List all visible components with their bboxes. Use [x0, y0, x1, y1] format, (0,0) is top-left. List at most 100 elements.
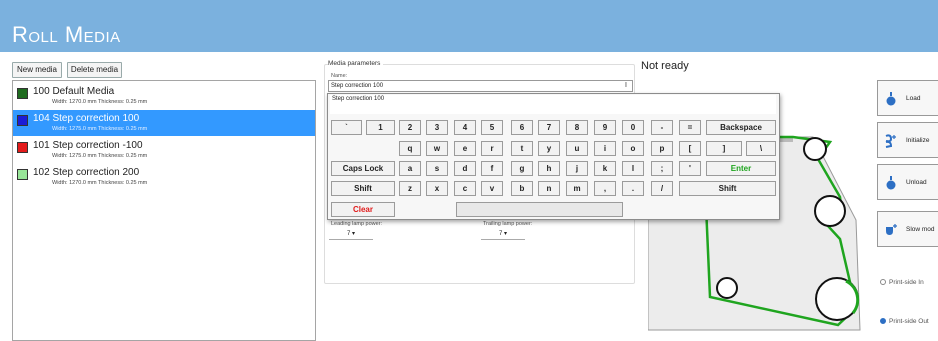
key-right-bracket[interactable]: ] [706, 141, 742, 156]
key-space[interactable] [456, 202, 623, 217]
key-minus[interactable]: - [651, 120, 673, 135]
roller-top [803, 137, 827, 161]
key-enter[interactable]: Enter [706, 161, 776, 176]
roller-middle [814, 195, 846, 227]
radio-print-side-in[interactable] [880, 279, 886, 285]
slow-mode-button[interactable]: Slow mod [877, 211, 938, 247]
key-equals[interactable]: = [679, 120, 701, 135]
key-6[interactable]: 6 [511, 120, 533, 135]
leading-lamp-select[interactable]: 7 ▾ [329, 228, 373, 240]
key-j[interactable]: j [566, 161, 588, 176]
initialize-icon [885, 134, 896, 148]
list-item[interactable]: 101 Step correction -100 Width: 1275.0 m… [13, 137, 315, 163]
key-m[interactable]: m [566, 181, 588, 196]
status-text: Not ready [641, 60, 689, 72]
key-left-bracket[interactable]: [ [679, 141, 701, 156]
key-t[interactable]: t [511, 141, 533, 156]
print-side-out-label: Print-side Out [889, 318, 929, 325]
load-button[interactable]: Load [877, 80, 938, 116]
key-backtick[interactable]: ` [331, 120, 362, 135]
print-side-out-option[interactable]: Print-side Out [880, 318, 929, 325]
media-list[interactable]: 100 Default Media Width: 1270.0 mm Thick… [12, 80, 316, 341]
list-item[interactable]: 102 Step correction 200 Width: 1270.0 mm… [13, 164, 315, 190]
key-d[interactable]: d [454, 161, 476, 176]
name-input[interactable]: Step correction 100 [328, 80, 633, 92]
key-slash[interactable]: / [651, 181, 673, 196]
key-e[interactable]: e [454, 141, 476, 156]
new-media-button[interactable]: New media [12, 62, 62, 78]
key-backslash[interactable]: \ [746, 141, 776, 156]
keyboard-preview: Step correction 100 [330, 95, 776, 114]
key-y[interactable]: y [538, 141, 560, 156]
list-item-selected[interactable]: 104 Step correction 100 Width: 1275.0 mm… [13, 110, 315, 136]
key-p[interactable]: p [651, 141, 673, 156]
radio-print-side-out[interactable] [880, 318, 886, 324]
app-title: Roll Media [12, 22, 121, 47]
key-5[interactable]: 5 [481, 120, 503, 135]
trailing-lamp-select[interactable]: 7 ▾ [481, 228, 525, 240]
color-swatch [17, 88, 28, 99]
key-shift-right[interactable]: Shift [679, 181, 776, 196]
load-icon [886, 92, 896, 106]
key-semicolon[interactable]: ; [651, 161, 673, 176]
media-name: 100 Default Media [33, 86, 115, 97]
key-2[interactable]: 2 [399, 120, 421, 135]
key-shift-left[interactable]: Shift [331, 181, 395, 196]
initialize-button[interactable]: Initialize [877, 122, 938, 158]
unload-button[interactable]: Unload [877, 164, 938, 200]
media-name: 102 Step correction 200 [33, 167, 140, 178]
key-r[interactable]: r [481, 141, 503, 156]
key-apostrophe[interactable]: ' [679, 161, 701, 176]
initialize-label: Initialize [906, 137, 930, 144]
key-0[interactable]: 0 [622, 120, 644, 135]
load-label: Load [906, 95, 921, 102]
slow-mode-icon [886, 224, 897, 235]
delete-media-button[interactable]: Delete media [67, 62, 122, 78]
key-x[interactable]: x [426, 181, 448, 196]
media-name: 104 Step correction 100 [33, 113, 140, 124]
media-details: Width: 1270.0 mm Thickness: 0.25 mm [52, 99, 148, 105]
color-swatch [17, 115, 28, 126]
roller-bottom-left [716, 277, 738, 299]
print-side-in-label: Print-side In [889, 279, 924, 286]
key-7[interactable]: 7 [538, 120, 560, 135]
key-k[interactable]: k [594, 161, 616, 176]
media-name: 101 Step correction -100 [33, 140, 143, 151]
name-label: Name: [331, 73, 348, 79]
key-s[interactable]: s [426, 161, 448, 176]
unload-icon [886, 176, 896, 190]
key-u[interactable]: u [566, 141, 588, 156]
list-item[interactable]: 100 Default Media Width: 1270.0 mm Thick… [13, 83, 315, 109]
key-n[interactable]: n [538, 181, 560, 196]
key-o[interactable]: o [622, 141, 644, 156]
key-l[interactable]: l [622, 161, 644, 176]
key-b[interactable]: b [511, 181, 533, 196]
key-g[interactable]: g [511, 161, 533, 176]
key-4[interactable]: 4 [454, 120, 476, 135]
key-1[interactable]: 1 [366, 120, 395, 135]
key-w[interactable]: w [426, 141, 448, 156]
key-3[interactable]: 3 [426, 120, 448, 135]
text-caret-icon: I [625, 82, 627, 89]
key-clear[interactable]: Clear [331, 202, 395, 217]
key-q[interactable]: q [399, 141, 421, 156]
key-f[interactable]: f [481, 161, 503, 176]
key-i[interactable]: i [594, 141, 616, 156]
key-z[interactable]: z [399, 181, 421, 196]
trailing-lamp-label: Trailing lamp power: [483, 221, 533, 227]
leading-lamp-label: Leading lamp power: [331, 221, 383, 227]
key-caps-lock[interactable]: Caps Lock [331, 161, 395, 176]
key-9[interactable]: 9 [594, 120, 616, 135]
key-period[interactable]: . [622, 181, 644, 196]
key-comma[interactable]: , [594, 181, 616, 196]
key-v[interactable]: v [481, 181, 503, 196]
title-bar: Roll Media [0, 0, 938, 52]
key-a[interactable]: a [399, 161, 421, 176]
media-details: Width: 1275.0 mm Thickness: 0.25 mm [52, 126, 148, 132]
group-label: Media parameters [328, 60, 384, 67]
key-c[interactable]: c [454, 181, 476, 196]
key-backspace[interactable]: Backspace [706, 120, 776, 135]
key-8[interactable]: 8 [566, 120, 588, 135]
print-side-in-option[interactable]: Print-side In [880, 279, 924, 286]
key-h[interactable]: h [538, 161, 560, 176]
